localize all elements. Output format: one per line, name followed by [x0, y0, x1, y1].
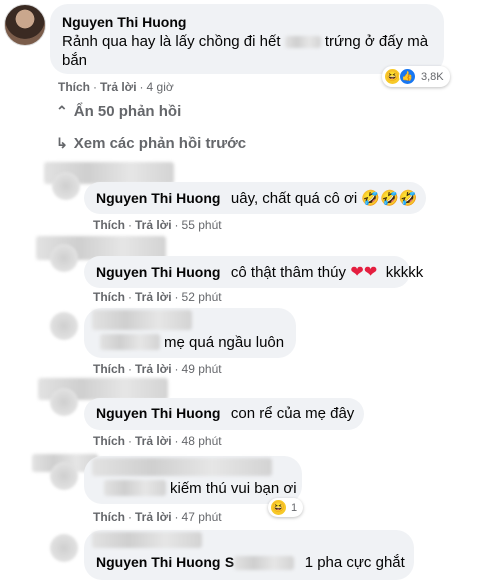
like-link[interactable]: Thích: [93, 218, 125, 232]
commenter-name[interactable]: Nguyen Thi Huong: [96, 264, 220, 280]
reply-link[interactable]: Trả lời: [135, 362, 172, 376]
previous-replies-label: Xem các phản hồi trước: [73, 135, 247, 152]
hide-replies-link[interactable]: ⌃ Ẩn 50 phản hồi: [56, 103, 181, 120]
timestamp[interactable]: 47 phút: [182, 510, 222, 524]
reaction-summary[interactable]: 😆 1: [268, 498, 304, 517]
reaction-count: 1: [291, 501, 298, 514]
avatar[interactable]: [50, 244, 78, 272]
reply-content: Nguyen Thi Huong S 1 pha cực ghắt: [96, 554, 405, 572]
avatar[interactable]: [4, 4, 46, 46]
reply-content: Nguyen Thi Huong cô thật thâm thúy ❤❤ kk…: [96, 262, 423, 282]
reply-text: con rể của mẹ đây: [230, 405, 355, 422]
reply-actions: Thích · Trả lời · 55 phút: [93, 218, 222, 232]
commenter-name-suffix[interactable]: S: [225, 554, 234, 570]
reply-link[interactable]: Trả lời: [135, 434, 172, 448]
reply-text: uây, chất quá cô ơi 🤣🤣🤣: [230, 190, 418, 207]
blurred-name: [92, 532, 202, 548]
reply-link[interactable]: Trả lời: [135, 218, 172, 232]
like-link[interactable]: Thích: [58, 80, 90, 94]
avatar[interactable]: [50, 462, 78, 490]
haha-icon: 😆: [271, 500, 286, 515]
comment-text-part: trứng ở đấy mà: [324, 33, 429, 50]
reply-content: Nguyen Thi Huong con rể của mẹ đây: [96, 405, 354, 423]
reply-text: cô thật thâm thúy: [230, 264, 346, 281]
reply-link[interactable]: Trả lời: [135, 510, 172, 524]
reply-text: mẹ quá ngầu luôn: [164, 334, 285, 351]
previous-replies-link[interactable]: ↳ Xem các phản hồi trước: [56, 135, 246, 152]
blurred-name: [104, 480, 166, 496]
reply-text: 1 pha cực ghắt: [304, 554, 405, 571]
timestamp[interactable]: 49 phút: [182, 362, 222, 376]
commenter-name[interactable]: Nguyen Thi Huong: [96, 190, 220, 206]
heart-emoji: ❤❤: [350, 264, 378, 281]
reply-actions: Thích · Trả lời · 49 phút: [93, 362, 222, 376]
timestamp[interactable]: 48 phút: [182, 434, 222, 448]
like-link[interactable]: Thích: [93, 510, 125, 524]
blurred-name: [100, 334, 160, 350]
reply-actions: Thích · Trả lời · 52 phút: [93, 290, 222, 304]
reply-text: kiếm thú vui bạn ơi: [170, 480, 297, 497]
timestamp[interactable]: 4 giờ: [147, 80, 174, 94]
reply-text-suffix: kkkkk: [385, 264, 424, 281]
haha-icon: 😆: [385, 69, 400, 84]
reply-link[interactable]: Trả lời: [100, 80, 137, 94]
comment-text-part: Rảnh qua hay là lấy chồng đi hết: [62, 33, 281, 50]
comment-text-line2: bắn: [62, 52, 88, 69]
blurred-name: [92, 310, 192, 330]
reply-content: Nguyen Thi Huong uây, chất quá cô ơi 🤣🤣🤣: [96, 189, 417, 208]
like-link[interactable]: Thích: [93, 434, 125, 448]
timestamp[interactable]: 55 phút: [182, 218, 222, 232]
like-icon: 👍: [399, 68, 416, 85]
avatar[interactable]: [50, 312, 78, 340]
reply-actions: Thích · Trả lời · 47 phút: [93, 510, 222, 524]
avatar[interactable]: [50, 388, 78, 416]
avatar[interactable]: [52, 172, 80, 200]
reply-arrow-icon: ↳: [56, 135, 68, 151]
avatar[interactable]: [50, 534, 78, 562]
hide-replies-label: Ẩn 50 phản hồi: [73, 103, 182, 120]
comment-text: Rảnh qua hay là lấy chồng đi hết trứng ở…: [62, 33, 437, 50]
commenter-name[interactable]: Nguyen Thi Huong: [62, 14, 186, 30]
comment-actions: Thích · Trả lời · 4 giờ: [58, 80, 174, 94]
reaction-summary[interactable]: 😆 👍 3,8K: [382, 66, 450, 87]
like-link[interactable]: Thích: [93, 362, 125, 376]
commenter-name[interactable]: Nguyen Thi Huong: [96, 554, 220, 570]
blurred-word: [284, 36, 321, 49]
reaction-count: 3,8K: [421, 70, 444, 83]
reply-link[interactable]: Trả lời: [135, 290, 172, 304]
blurred-word: [234, 555, 295, 570]
blurred-name: [92, 458, 272, 476]
like-link[interactable]: Thích: [93, 290, 125, 304]
timestamp[interactable]: 52 phút: [182, 290, 222, 304]
reply-actions: Thích · Trả lời · 48 phút: [93, 434, 222, 448]
collapse-arrow-icon: ⌃: [56, 103, 68, 119]
commenter-name[interactable]: Nguyen Thi Huong: [96, 405, 220, 421]
